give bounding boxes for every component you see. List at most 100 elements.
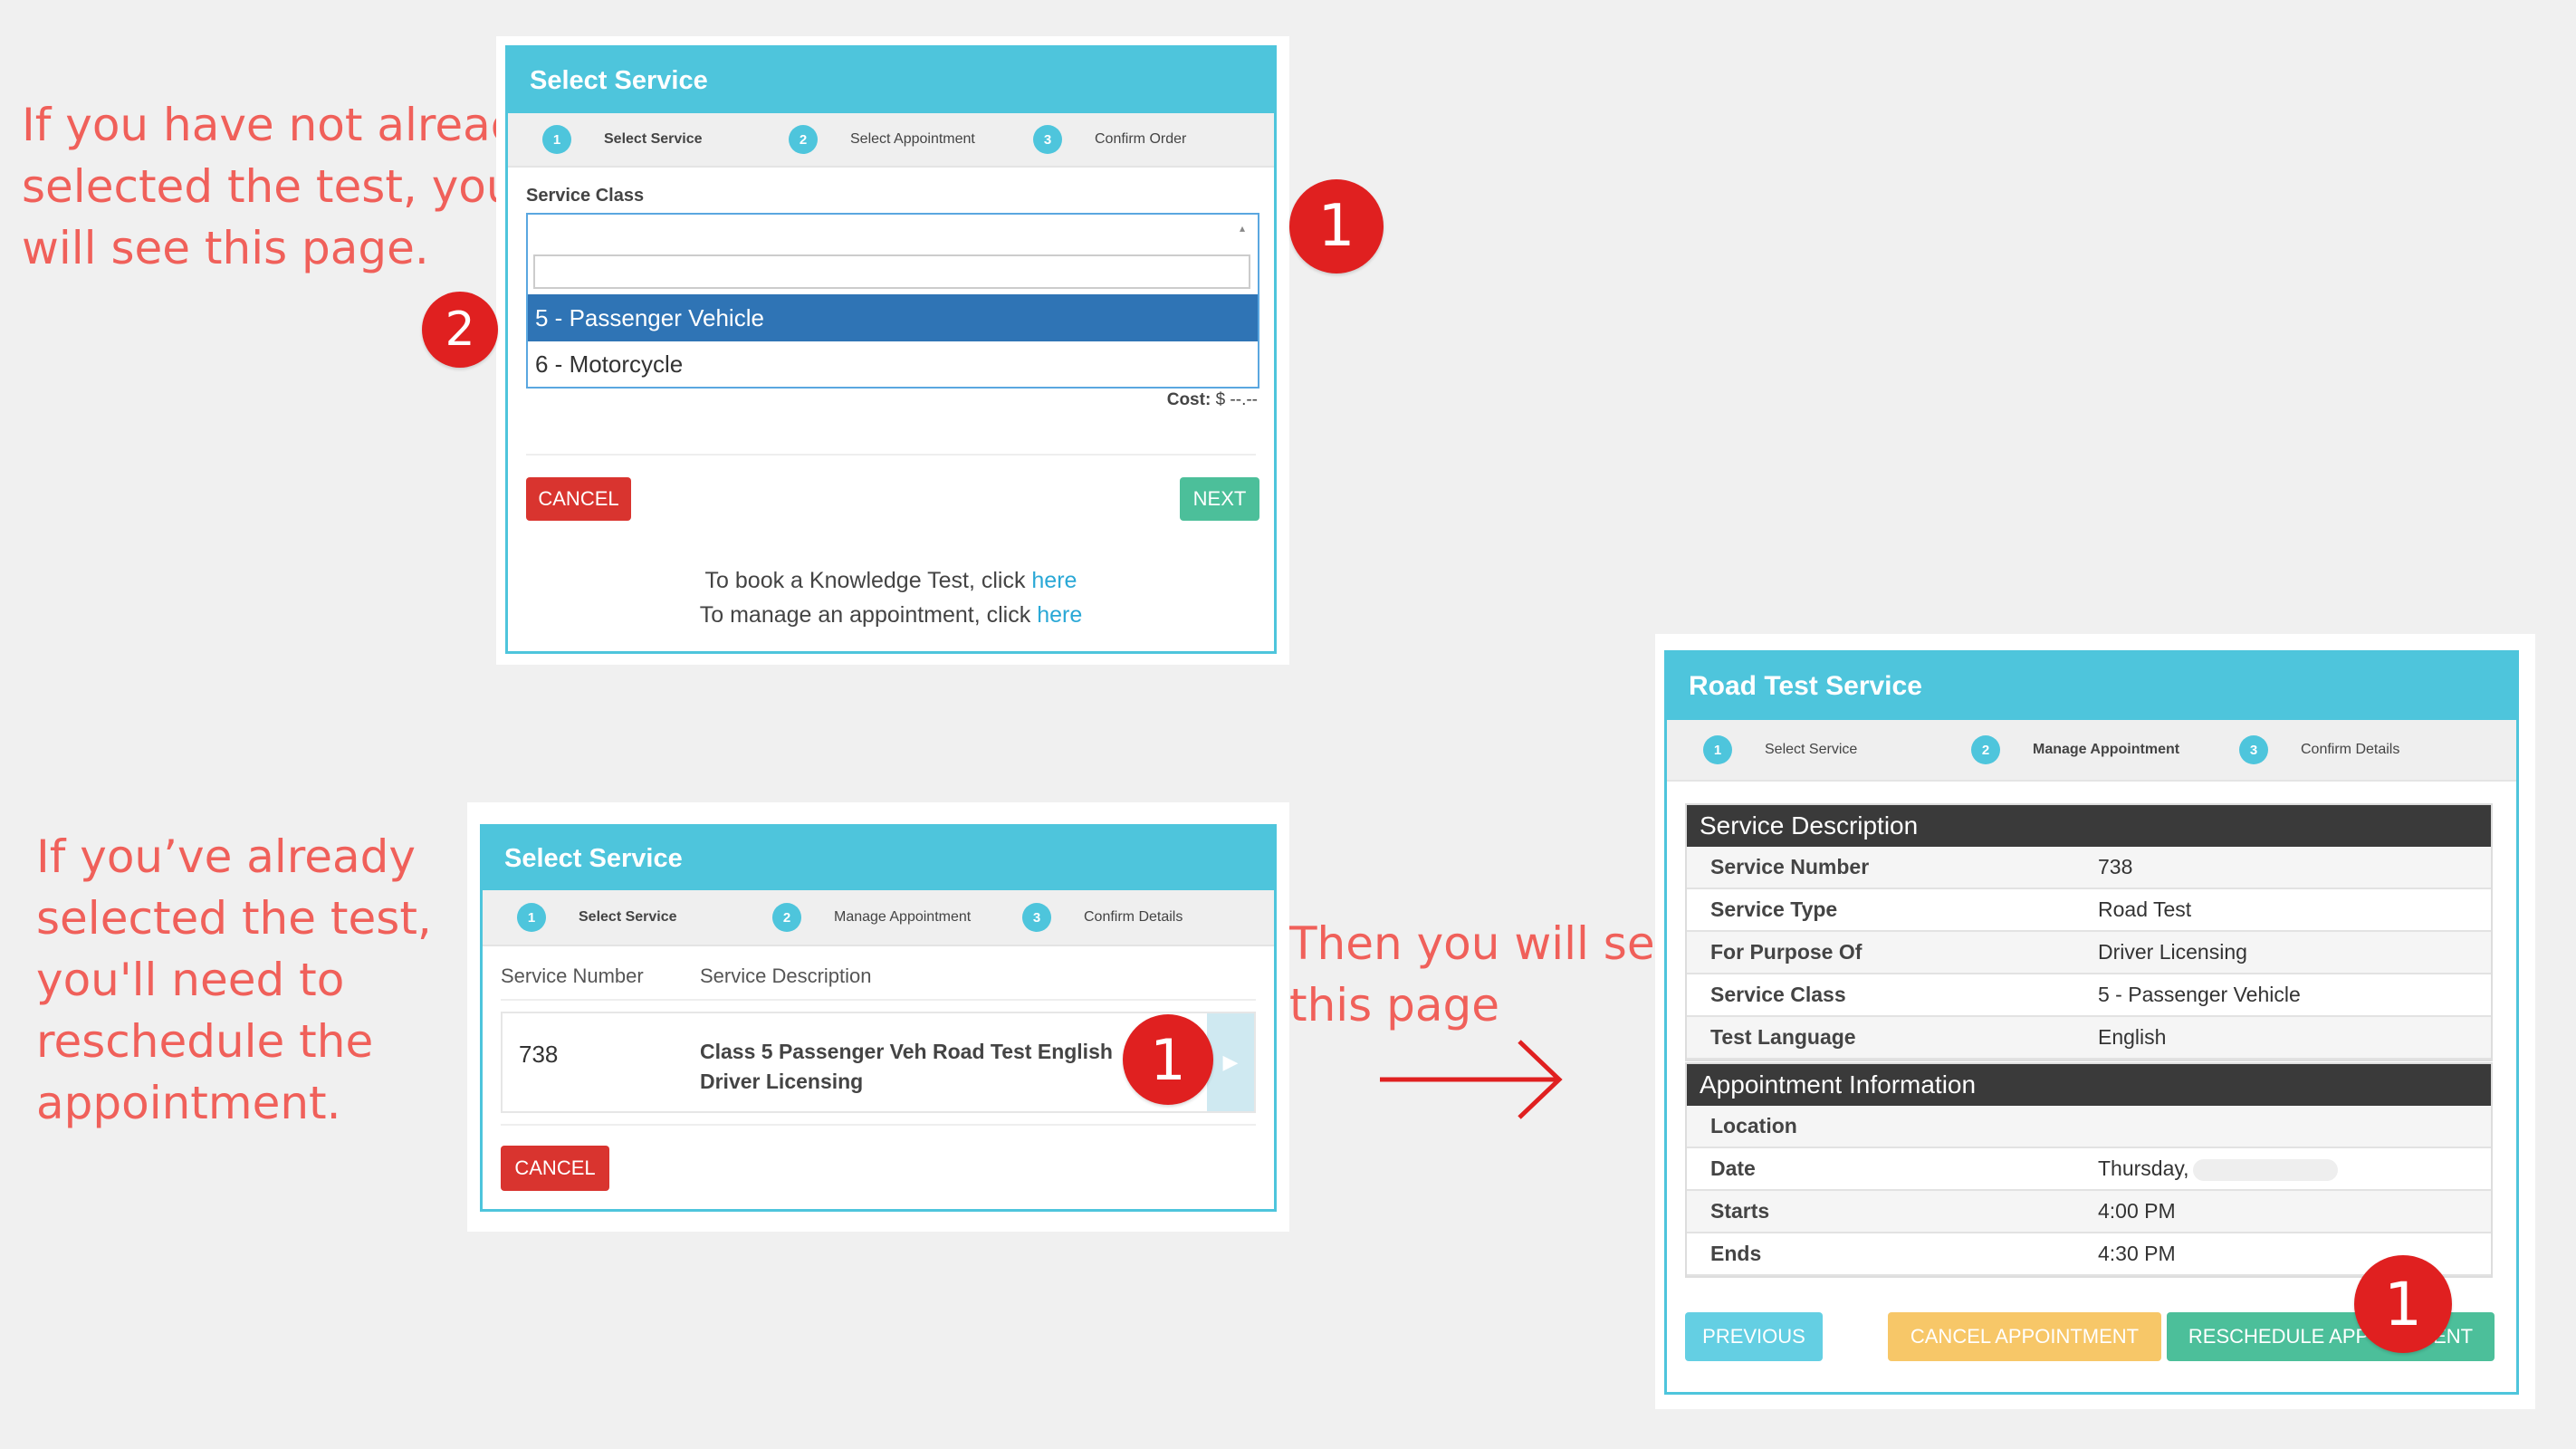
header-divider (501, 999, 1256, 1001)
divider (526, 454, 1256, 456)
step-3: 3 Confirm Details (2239, 720, 2399, 780)
service-class-select[interactable]: ▴ 5 - Passenger Vehicle 6 - Motorcycle (526, 213, 1259, 389)
select-service-panel: Select Service 1 Select Service 2 Select… (505, 45, 1277, 654)
info-row: Starts 4:00 PM (1687, 1190, 2491, 1233)
dropdown-option-passenger-vehicle[interactable]: 5 - Passenger Vehicle (528, 294, 1258, 341)
manage-appointment-text: To manage an appointment, click (699, 602, 1031, 628)
service-description-line: Driver Licensing (700, 1070, 864, 1093)
step-label: Select Service (1765, 742, 1858, 757)
select-toggle[interactable]: ▴ (528, 215, 1258, 247)
panel-title: Road Test Service (1667, 653, 2516, 720)
step-indicator: 1 Select Service 2 Manage Appointment 3 … (1667, 720, 2516, 782)
chevron-up-icon: ▴ (1239, 222, 1245, 235)
knowledge-test-text: To book a Knowledge Test, click (704, 568, 1026, 593)
appointment-information-table: Location Date Thursday, Starts 4:00 PM End… (1687, 1106, 2491, 1276)
step-2: 2 Manage Appointment (1971, 720, 2179, 780)
info-label: Ends (1687, 1233, 2098, 1276)
dropdown-option-motorcycle[interactable]: 6 - Motorcycle (528, 341, 1258, 387)
step-number: 3 (1022, 903, 1051, 932)
step-indicator: 1 Select Service 2 Manage Appointment 3 … (483, 890, 1274, 946)
screenshot-select-service: Select Service 1 Select Service 2 Select… (496, 36, 1289, 665)
section-heading: Service Description (1687, 805, 2491, 847)
step-number: 3 (2239, 735, 2268, 764)
knowledge-test-link[interactable]: here (1031, 568, 1077, 593)
step-2: 2 Manage Appointment (772, 890, 971, 945)
previous-button[interactable]: PREVIOUS (1685, 1312, 1823, 1361)
date-weekday: Thursday, (2098, 1156, 2189, 1180)
info-label: Test Language (1687, 1016, 2098, 1060)
info-value: 4:00 PM (2098, 1190, 2491, 1233)
step-label: Confirm Details (1084, 909, 1183, 925)
panel-title: Select Service (508, 48, 1274, 113)
step-badge-1: 1 (2354, 1255, 2452, 1353)
info-value (2098, 1106, 2491, 1148)
step-1: 1 Select Service (542, 113, 703, 166)
next-button[interactable]: NEXT (1180, 477, 1259, 521)
step-3: 3 Confirm Details (1022, 890, 1183, 945)
service-description-table: Service Number 738 Service Type Road Test … (1687, 847, 2491, 1060)
info-label: Date (1687, 1147, 2098, 1191)
info-value: Driver Licensing (2098, 931, 2491, 974)
column-header-service-description: Service Description (700, 964, 872, 987)
step-label: Manage Appointment (834, 909, 972, 925)
cost-display: Cost: $ --.-- (1167, 390, 1258, 410)
service-description-line: Class 5 Passenger Veh Road Test English (700, 1040, 1113, 1063)
info-value: Road Test (2098, 888, 2491, 932)
step-1: 1 Select Service (517, 890, 677, 945)
service-description: Class 5 Passenger Veh Road Test English … (700, 1037, 1113, 1097)
step-number: 1 (1703, 735, 1732, 764)
info-value: 738 (2098, 847, 2491, 889)
manage-appointment-link[interactable]: here (1037, 602, 1082, 628)
info-label: Service Number (1687, 847, 2098, 889)
step-label: Confirm Order (1095, 131, 1187, 147)
section-heading: Appointment Information (1687, 1064, 2491, 1106)
info-value: English (2098, 1016, 2491, 1060)
info-row: Service Type Road Test (1687, 888, 2491, 932)
step-number: 1 (542, 125, 571, 154)
step-indicator: 1 Select Service 2 Select Appointment 3 … (508, 113, 1274, 168)
info-label: Location (1687, 1106, 2098, 1148)
service-number: 738 (519, 1041, 559, 1068)
step-number: 2 (789, 125, 818, 154)
step-badge-1: 1 (1289, 179, 1384, 273)
dropdown-search-input[interactable] (533, 254, 1250, 289)
info-value: 5 - Passenger Vehicle (2098, 974, 2491, 1017)
info-label: Service Class (1687, 974, 2098, 1017)
info-row: Test Language English (1687, 1016, 2491, 1060)
step-number: 1 (517, 903, 546, 932)
service-description-section: Service Description Service Number 738 Se… (1685, 803, 2493, 1061)
info-row: Location (1687, 1106, 2491, 1148)
cancel-appointment-button[interactable]: CANCEL APPOINTMENT (1888, 1312, 2161, 1361)
step-label: Select Appointment (850, 131, 975, 147)
panel-title: Select Service (483, 827, 1274, 890)
info-label: Service Type (1687, 888, 2098, 932)
step-badge-2: 2 (422, 292, 498, 368)
step-number: 2 (772, 903, 801, 932)
info-value: Thursday, (2098, 1147, 2491, 1191)
step-badge-1: 1 (1123, 1014, 1213, 1105)
cost-label: Cost: (1166, 390, 1211, 409)
cost-value: $ --.-- (1215, 390, 1258, 409)
chevron-right-icon: ▶ (1222, 1051, 1239, 1073)
knowledge-test-line: To book a Knowledge Test, click here (508, 568, 1274, 594)
annotation-then-see: Then you will see this page (1289, 917, 1683, 1032)
arrow-right-icon (1380, 1040, 1563, 1119)
step-2: 2 Select Appointment (789, 113, 975, 166)
select-row-chevron[interactable]: ▶ (1207, 1013, 1254, 1111)
appointment-information-section: Appointment Information Location Date Thu… (1685, 1062, 2493, 1278)
info-row: Service Number 738 (1687, 847, 2491, 889)
info-row: For Purpose Of Driver Licensing (1687, 931, 2491, 974)
service-class-label: Service Class (526, 186, 645, 206)
cancel-button[interactable]: CANCEL (501, 1146, 609, 1191)
row-divider (501, 1124, 1256, 1126)
manage-appointment-line: To manage an appointment, click here (508, 602, 1274, 629)
step-3: 3 Confirm Order (1033, 113, 1186, 166)
step-label: Confirm Details (2301, 742, 2400, 757)
cancel-button[interactable]: CANCEL (526, 477, 631, 521)
step-label: Select Service (579, 909, 677, 925)
annotation-already-selected: If you’ve already selected the test, you… (36, 830, 432, 1129)
info-row: Date Thursday, (1687, 1147, 2491, 1191)
step-number: 3 (1033, 125, 1062, 154)
info-label: Starts (1687, 1190, 2098, 1233)
step-label: Select Service (604, 131, 703, 147)
